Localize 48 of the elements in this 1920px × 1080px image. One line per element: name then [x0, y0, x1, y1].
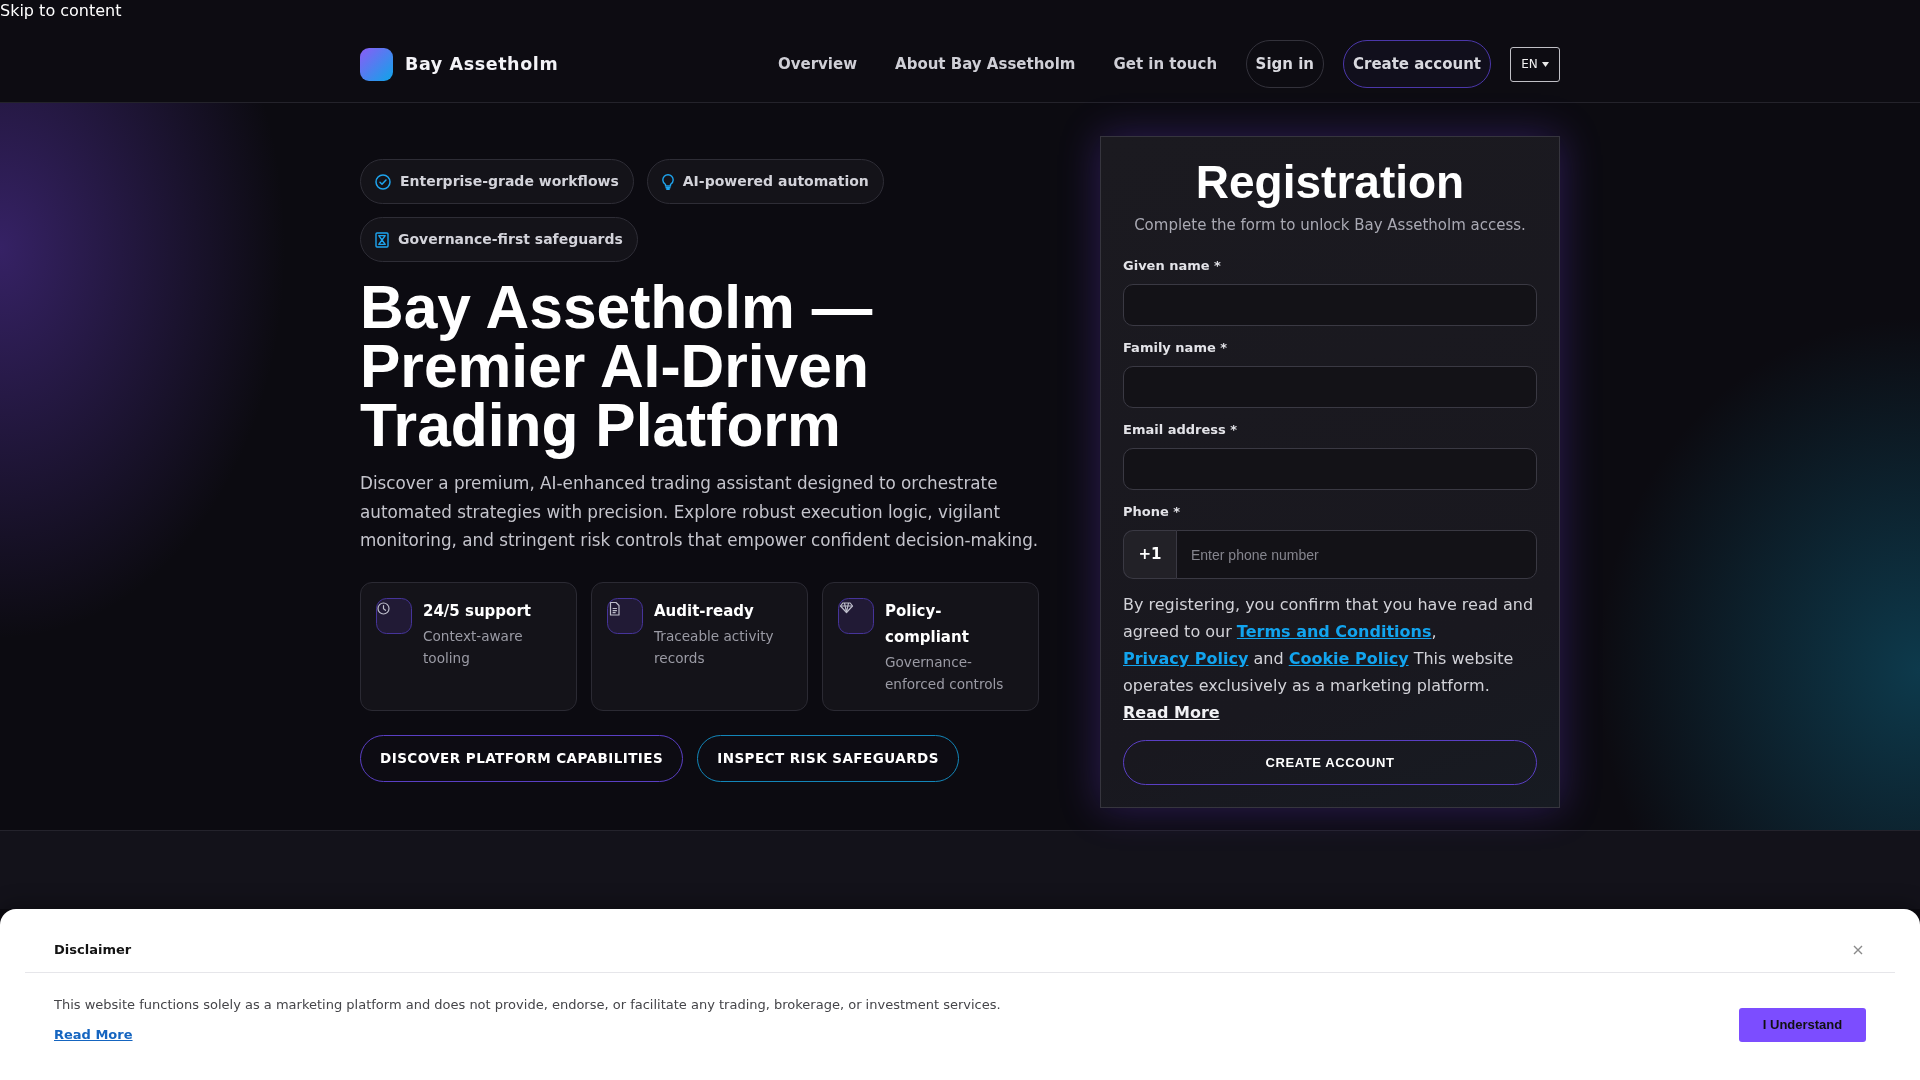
form-title: Registration [1194, 155, 1466, 210]
accent-pill-button[interactable]: Create account [1343, 40, 1491, 88]
feature-title: 24/5 support [423, 600, 532, 622]
hourglass-icon [375, 231, 389, 248]
feature-text: Traceable activity records [654, 626, 775, 668]
chip-label: Enterprise-grade workflows [400, 172, 619, 191]
input-field[interactable] [1123, 448, 1537, 490]
feature-text: Context-aware tooling [423, 626, 524, 668]
legal-link[interactable]: Cookie Policy [1288, 649, 1409, 668]
document-icon [607, 597, 643, 634]
chip-label: Governance-first safeguards [398, 230, 623, 249]
language-dropdown[interactable]: EN [1510, 46, 1560, 82]
input-field[interactable] [1123, 366, 1537, 408]
legal-link[interactable]: Privacy Policy [1123, 649, 1249, 668]
logo-icon [360, 47, 393, 81]
check-circle-icon [375, 173, 391, 190]
consent-text: By registering, you confirm that you have read and agreed to our Terms and Conditions, Privacy Policy and Cookie Policy This website operates exclusively as a marketing platform. Read More [1123, 594, 1535, 724]
cta-button[interactable]: DISCOVER PLATFORM CAPABILITIES [360, 734, 684, 782]
feature-title: Policy-compliant [885, 600, 970, 648]
clock-icon [376, 597, 412, 634]
hero-description: Discover a premium, AI-enhanced trading assistant designed to orchestrate automated strategies with precision. Explore robust execution logic, vigilant monitoring, and stringent risk controls that empower confident decision-making. [360, 472, 1040, 552]
field-label: Email address * [1123, 421, 1239, 439]
disclaimer-text: This website functions solely as a marketing platform and does not provide, endorse, or facilitate any trading, brokerage, or investment services. [54, 996, 1001, 1014]
caret-icon [1541, 61, 1549, 67]
close-icon [1853, 945, 1863, 955]
lightbulb-icon [661, 173, 674, 190]
read-more-link[interactable]: Read More [54, 1025, 133, 1045]
understand-button[interactable]: I Understand [1739, 1007, 1866, 1042]
field-label: Phone * [1123, 503, 1182, 521]
country-code: +1 [1123, 530, 1176, 579]
chip-label: AI-powered automation [682, 172, 869, 191]
phone-field[interactable]: Enter phone number [1176, 530, 1537, 579]
close-button[interactable] [1851, 943, 1865, 957]
read-more-link[interactable]: Read More [1123, 703, 1220, 722]
input-field[interactable] [1123, 284, 1537, 326]
nav-link[interactable]: Get in touch [1103, 40, 1227, 88]
form-subtitle: Complete the form to unlock Bay Assetholm access. [1133, 215, 1527, 236]
feature-title: Audit-ready [654, 600, 755, 622]
legal-link[interactable]: Terms and Conditions [1236, 622, 1432, 641]
disclaimer-title: Disclaimer [54, 941, 132, 959]
skip-link[interactable]: Skip to content [0, 0, 122, 22]
feature-text: Governance-enforced controls [885, 652, 1005, 694]
field-label: Family name * [1123, 339, 1229, 357]
nav-link[interactable]: About Bay Assetholm [885, 40, 1085, 88]
brand-name: Bay Assetholm [405, 52, 559, 76]
nav-link[interactable]: Overview [768, 40, 867, 88]
cta-button[interactable]: INSPECT RISK SAFEGUARDS [697, 734, 959, 782]
field-label: Given name * [1123, 257, 1222, 275]
